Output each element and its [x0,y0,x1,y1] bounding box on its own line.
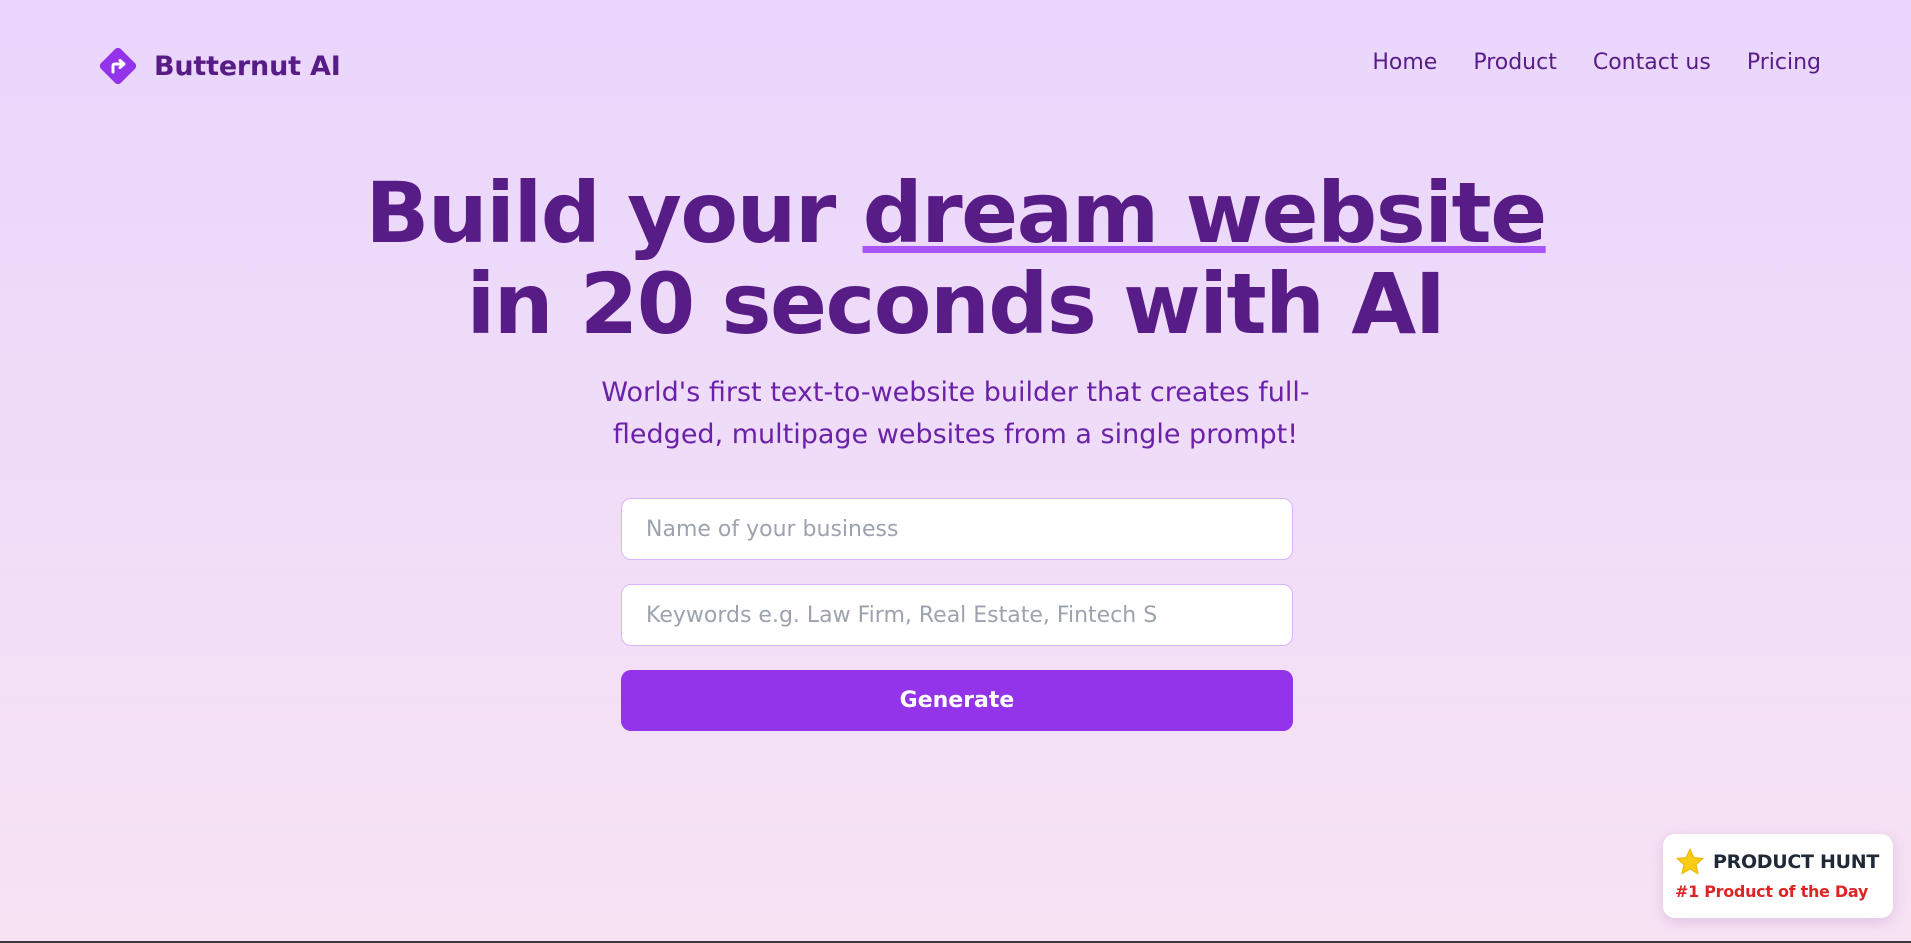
headline-line-2: in 20 seconds with AI [466,255,1446,353]
business-name-input[interactable] [621,498,1293,560]
nav-link-contact-us[interactable]: Contact us [1593,50,1711,75]
product-hunt-badge-header: PRODUCT HUNT [1675,846,1881,878]
nav-item-product: Product [1473,50,1557,75]
headline-text-start: Build your [365,164,863,262]
nav-item-contact: Contact us [1593,50,1711,75]
hero-headline: Build your dream website in 20 seconds w… [0,168,1911,350]
nav-item-pricing: Pricing [1747,50,1821,75]
hero-section: Build your dream website in 20 seconds w… [0,168,1911,456]
brand-link[interactable]: Butternut AI [96,44,341,88]
brand-name: Butternut AI [154,50,341,82]
nav-link-pricing[interactable]: Pricing [1747,50,1821,75]
headline-highlight: dream website [862,164,1548,262]
nav-link-product[interactable]: Product [1473,50,1557,75]
product-hunt-title: PRODUCT HUNT [1713,851,1880,873]
diamond-turn-right-icon [99,47,137,85]
star-icon [1676,848,1704,875]
nav-link-home[interactable]: Home [1372,50,1437,75]
hero-subheadline: World's first text-to-website builder th… [601,377,1310,450]
top-navbar: Butternut AI Home Product Contact us Pri… [0,0,1911,134]
product-hunt-badge[interactable]: PRODUCT HUNT #1 Product of the Day [1663,834,1893,918]
keywords-input[interactable] [621,584,1293,646]
generate-button[interactable]: Generate [621,670,1293,731]
headline-line-1: Build your dream website [0,168,1911,259]
generate-form: Generate [621,498,1293,731]
nav-item-home: Home [1372,50,1437,75]
product-hunt-subtitle: #1 Product of the Day [1675,882,1868,901]
nav-menu: Home Product Contact us Pricing [1372,50,1821,75]
